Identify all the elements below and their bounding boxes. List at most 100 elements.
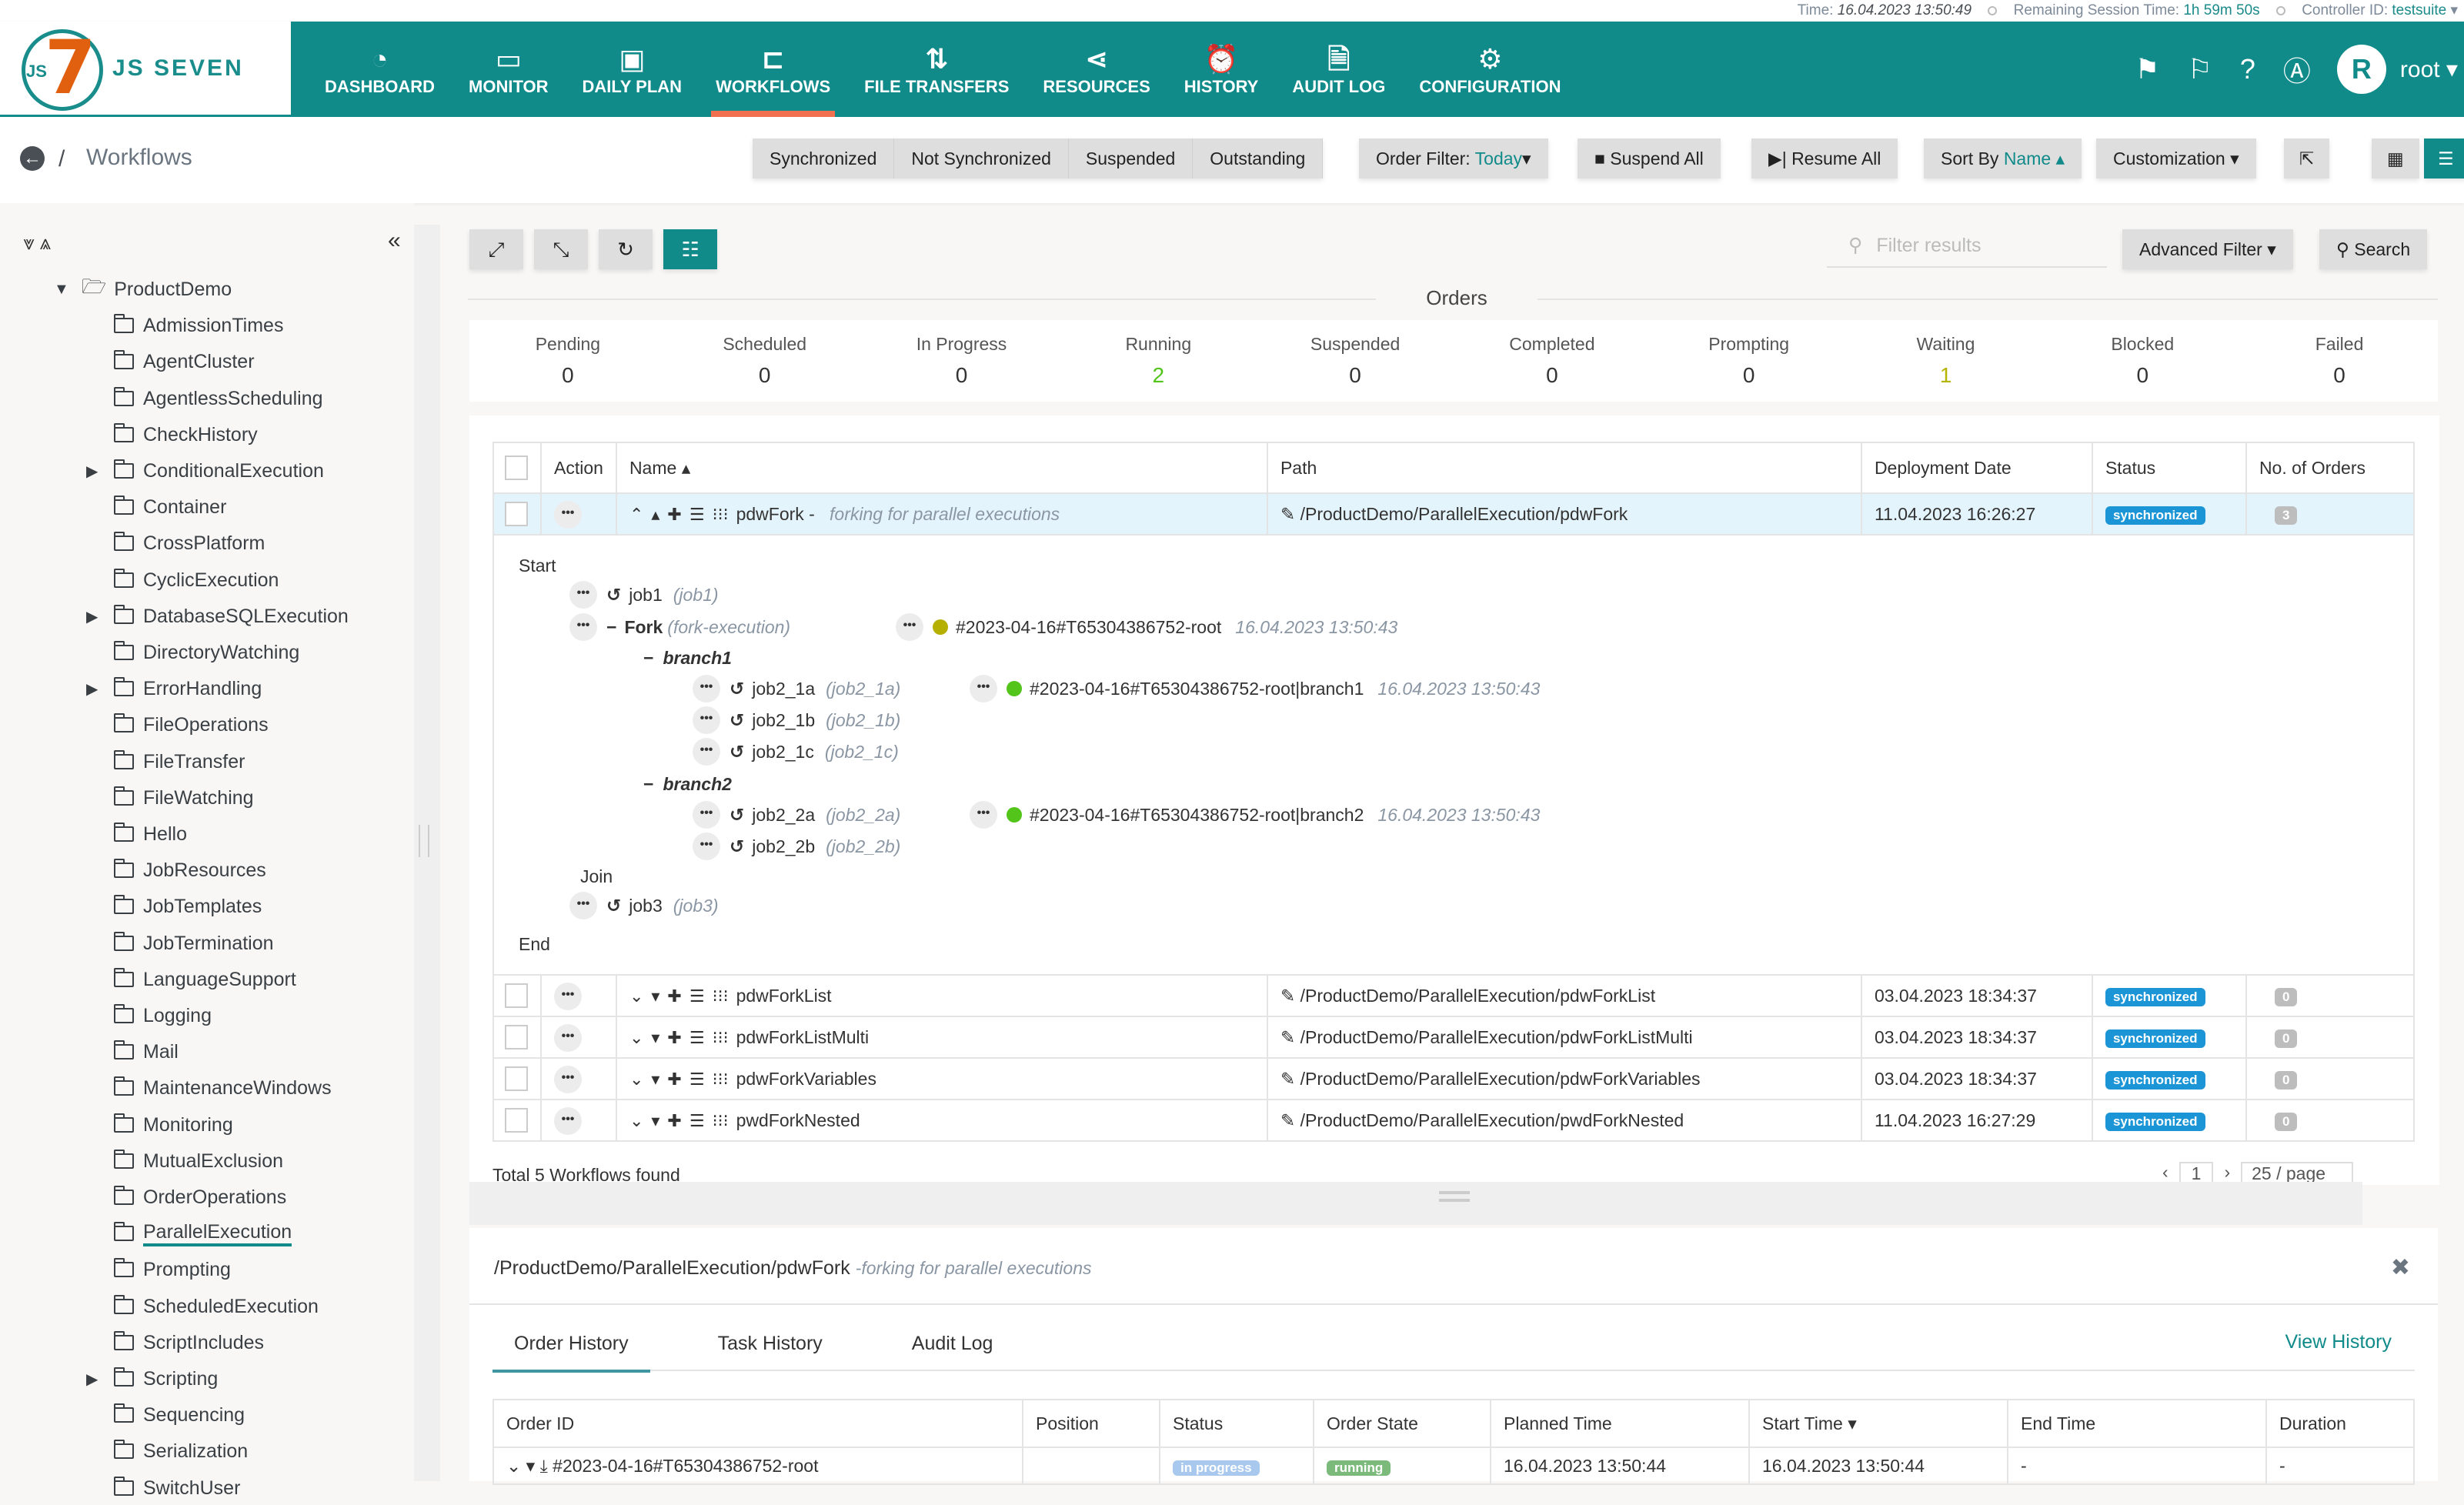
tree-item-serialization[interactable]: Serialization: [86, 1434, 248, 1468]
order-entry[interactable]: ••• #2023-04-16#T65304386752-root|branch2…: [970, 800, 1540, 829]
more-actions-icon[interactable]: •••: [554, 1106, 582, 1135]
tree-item-jobtemplates[interactable]: JobTemplates: [86, 889, 262, 923]
job-node[interactable]: ••• ↺ job1 (job1): [569, 580, 719, 609]
row-checkbox[interactable]: [505, 1066, 528, 1091]
refresh-button[interactable]: ↻: [599, 229, 653, 269]
card-view-icon[interactable]: ▦: [2372, 138, 2419, 179]
workflow-name[interactable]: pdwForkListMulti: [736, 1027, 870, 1047]
nav-item-history[interactable]: ⏰ HISTORY: [1167, 22, 1276, 117]
collapse-icon[interactable]: −: [606, 617, 616, 638]
caret-down-icon[interactable]: ▾: [526, 1456, 536, 1476]
workflow-name[interactable]: pdwForkList: [736, 986, 832, 1006]
grid-icon[interactable]: ⁝⁝⁝: [713, 986, 729, 1006]
avatar[interactable]: R: [2336, 45, 2386, 94]
list-icon[interactable]: ☰: [689, 986, 705, 1006]
filter-synchronized[interactable]: Synchronized: [753, 138, 895, 179]
table-row[interactable]: ••• ⌄ ▾ ✚ ☰ ⁝⁝⁝ pdwForkListMulti ✎ /ProductDemo…: [492, 1016, 2416, 1059]
nav-item-daily-plan[interactable]: ▣ DAILY PLAN: [565, 22, 699, 117]
caret-right-icon[interactable]: ▶: [86, 607, 114, 626]
stat-completed[interactable]: Completed 0: [1454, 320, 1651, 402]
table-row[interactable]: ••• ⌃ ▴ ✚ ☰ ⁝⁝⁝ pdwFork - forking for parallel…: [492, 492, 2416, 536]
caret-right-icon[interactable]: ▶: [86, 462, 114, 481]
tree-item-switchuser[interactable]: SwitchUser: [86, 1471, 240, 1505]
workflow-path[interactable]: /ProductDemo/ParallelExecution/pwdForkNe…: [1300, 1110, 1684, 1130]
expand-all-button[interactable]: ⤢: [469, 229, 523, 269]
order-id[interactable]: #2023-04-16#T65304386752-root: [553, 1456, 818, 1476]
grid-icon[interactable]: ⁝⁝⁝: [713, 1070, 729, 1089]
tree-item-scriptincludes[interactable]: ScriptIncludes: [86, 1326, 264, 1360]
list-icon[interactable]: ☰: [689, 505, 705, 524]
advanced-filter-dropdown[interactable]: Advanced Filter ▾: [2122, 229, 2293, 269]
more-actions-icon[interactable]: •••: [970, 675, 997, 702]
flag-settings-icon[interactable]: ⚐: [2188, 53, 2212, 85]
stat-in-progress[interactable]: In Progress 0: [863, 320, 1060, 402]
job-node[interactable]: ••• ↺ job3 (job3): [569, 891, 719, 920]
stat-scheduled[interactable]: Scheduled 0: [666, 320, 863, 402]
workflow-path[interactable]: /ProductDemo/ParallelExecution/pdwFork: [1300, 504, 1628, 524]
workflow-path[interactable]: /ProductDemo/ParallelExecution/pdwForkLi…: [1300, 986, 1655, 1006]
table-row[interactable]: ••• ⌄ ▾ ✚ ☰ ⁝⁝⁝ pdwForkList ✎ /ProductDemo/Para…: [492, 974, 2416, 1017]
row-checkbox[interactable]: [505, 502, 528, 526]
tab-order-history[interactable]: Order History: [492, 1328, 650, 1373]
list-details-button[interactable]: ☷: [663, 229, 717, 269]
tree-item-scripting[interactable]: ▶ Scripting: [86, 1362, 218, 1396]
chevron-down-icon[interactable]: ⌄: [629, 986, 643, 1006]
stat-running[interactable]: Running 2: [1060, 320, 1257, 402]
stat-waiting[interactable]: Waiting 1: [1848, 320, 2045, 402]
page-number[interactable]: 1: [2179, 1162, 2214, 1182]
caret-down-icon[interactable]: ▾: [651, 986, 659, 1006]
tree-item-conditionalexecution[interactable]: ▶ ConditionalExecution: [86, 454, 324, 488]
tree-item-agentcluster[interactable]: AgentCluster: [86, 345, 255, 379]
job-node[interactable]: ••• ↺ job2_1c (job2_1c): [693, 737, 899, 766]
next-page-icon[interactable]: ›: [2224, 1162, 2230, 1182]
job-node[interactable]: ••• ↺ job2_1a (job2_1a): [693, 674, 900, 703]
collapse-icon[interactable]: −: [643, 774, 653, 795]
tree-item-mail[interactable]: Mail: [86, 1035, 179, 1069]
job-node[interactable]: ••• ↺ job2_2a (job2_2a): [693, 800, 900, 829]
prev-page-icon[interactable]: ‹: [2162, 1162, 2169, 1182]
row-checkbox[interactable]: [505, 1025, 528, 1049]
caret-down-icon[interactable]: ▾: [651, 1028, 659, 1047]
more-actions-icon[interactable]: •••: [693, 706, 720, 734]
workflow-name[interactable]: pwdForkNested: [736, 1110, 860, 1130]
select-all-checkbox[interactable]: [505, 456, 528, 480]
tree-item-directorywatching[interactable]: DirectoryWatching: [86, 636, 299, 669]
view-history-link[interactable]: View History: [2285, 1331, 2392, 1353]
tree-item-databasesqlexecution[interactable]: ▶ DatabaseSQLExecution: [86, 599, 349, 633]
more-actions-icon[interactable]: •••: [569, 581, 597, 609]
table-row[interactable]: ••• ⌄ ▾ ✚ ☰ ⁝⁝⁝ pdwForkVariables ✎ /ProductDemo…: [492, 1057, 2416, 1100]
list-view-icon[interactable]: ☰: [2424, 138, 2464, 179]
chevron-down-icon[interactable]: ⌄: [629, 1028, 643, 1047]
order-count-badge[interactable]: 0: [2274, 1029, 2298, 1048]
tree-item-logging[interactable]: Logging: [86, 999, 212, 1033]
sidebar-resize-handle[interactable]: [419, 825, 429, 857]
stat-prompting[interactable]: Prompting 0: [1651, 320, 1848, 402]
stat-pending[interactable]: Pending 0: [469, 320, 666, 402]
collapse-all-button[interactable]: ⤡: [534, 229, 588, 269]
tab-task-history[interactable]: Task History: [696, 1328, 844, 1371]
workflow-path[interactable]: /ProductDemo/ParallelExecution/pdwForkVa…: [1300, 1069, 1701, 1089]
collapse-all-icon[interactable]: ⩓: [40, 231, 52, 254]
tree-item-agentlessscheduling[interactable]: AgentlessScheduling: [86, 382, 323, 415]
controller-select[interactable]: testsuite: [2392, 2, 2446, 18]
caret-up-icon[interactable]: ▴: [651, 505, 659, 524]
caret-down-icon[interactable]: ▼: [54, 281, 82, 299]
grid-icon[interactable]: ⁝⁝⁝: [713, 505, 729, 524]
tree-item-cyclicexecution[interactable]: CyclicExecution: [86, 563, 279, 597]
nav-item-dashboard[interactable]: ◔ DASHBOARD: [308, 22, 452, 117]
tree-item-jobresources[interactable]: JobResources: [86, 853, 266, 887]
more-actions-icon[interactable]: •••: [554, 982, 582, 1010]
edit-icon[interactable]: ✎: [1280, 1110, 1295, 1130]
chevron-down-icon[interactable]: ⌄: [629, 1111, 643, 1130]
caret-right-icon[interactable]: ▶: [86, 679, 114, 699]
tree-item-errorhandling[interactable]: ▶ ErrorHandling: [86, 672, 262, 706]
tab-audit-log[interactable]: Audit Log: [890, 1328, 1015, 1371]
tree-root-productdemo[interactable]: ▼ 🗁 ProductDemo: [54, 272, 232, 306]
more-actions-icon[interactable]: •••: [896, 613, 923, 641]
back-arrow-icon[interactable]: ←: [20, 146, 45, 171]
more-actions-icon[interactable]: •••: [569, 613, 597, 641]
order-id[interactable]: #2023-04-16#T65304386752-root: [956, 617, 1221, 638]
more-actions-icon[interactable]: •••: [693, 833, 720, 860]
col-start-time[interactable]: Start Time ▾: [1748, 1399, 2008, 1448]
help-icon[interactable]: ?: [2240, 53, 2255, 85]
